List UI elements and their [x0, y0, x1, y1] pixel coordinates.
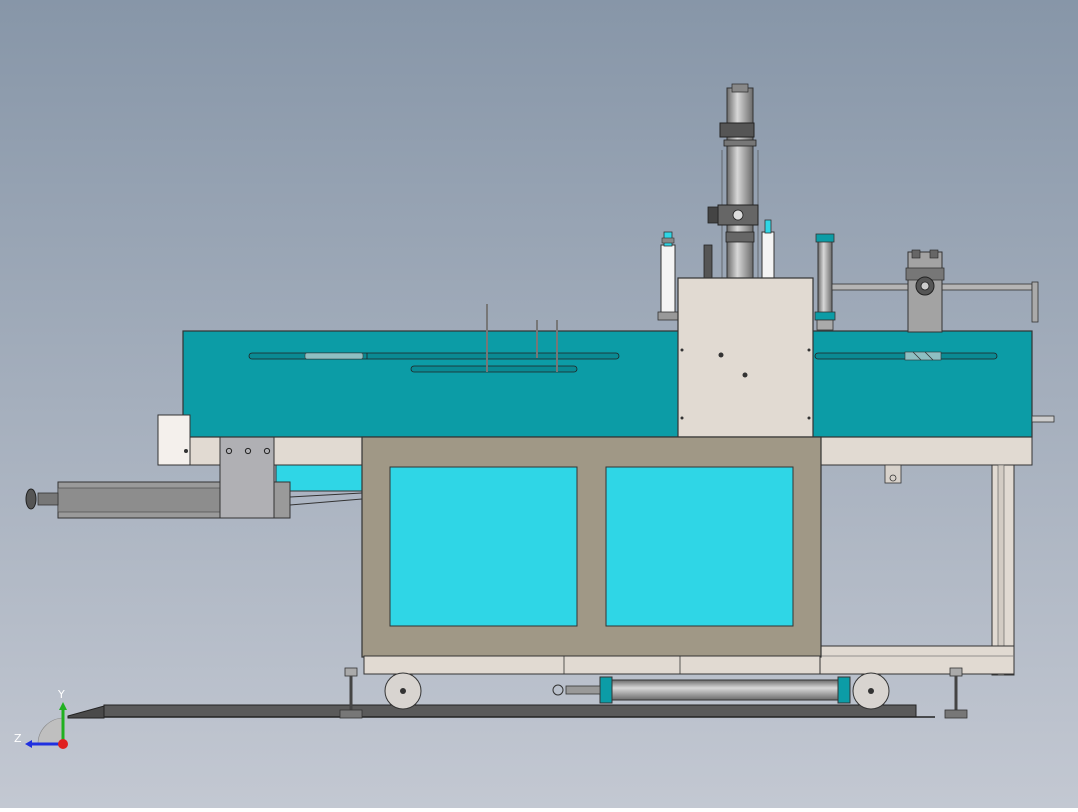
- gear-bracket: [905, 249, 945, 333]
- left-pneumatic-cylinder: [657, 231, 679, 321]
- caster-right: [852, 672, 890, 710]
- central-housing: [677, 277, 814, 438]
- left-end-box: [157, 414, 191, 466]
- triad-y-label: Y: [57, 688, 65, 701]
- guide-cylinder: [814, 233, 836, 331]
- cabinet-window-left: [389, 466, 578, 627]
- adjuster-knob: [25, 488, 37, 510]
- machine-drawing: Y Z: [0, 0, 1078, 808]
- cabinet-window-right: [605, 466, 794, 627]
- lower-cabinet: [361, 436, 822, 675]
- floor-plate: [103, 704, 917, 718]
- caster-left: [384, 672, 422, 710]
- triad-x-axis: [58, 739, 68, 749]
- cad-viewport[interactable]: Y Z: [0, 0, 1078, 808]
- triad-z-label: Z: [14, 732, 22, 745]
